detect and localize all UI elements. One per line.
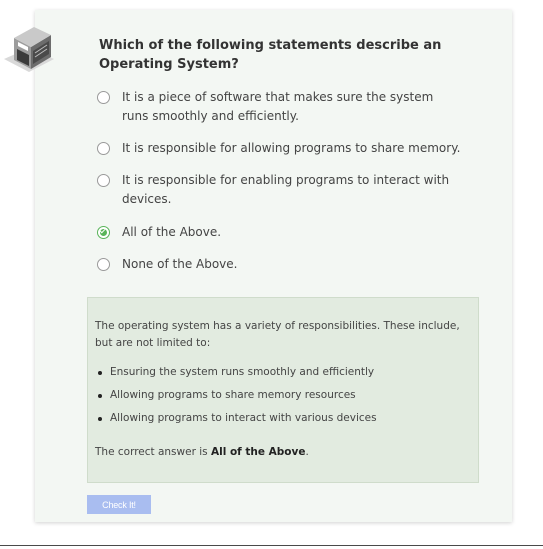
correct-answer-value: All of the Above [210,446,306,458]
server-building-icon [4,27,54,72]
question-text: Which of the following statements descri… [99,38,442,72]
option-label: It is responsible for allowing programs … [122,141,461,155]
radio-button[interactable] [97,91,110,104]
option-label: None of the Above. [122,257,238,271]
option-share-memory[interactable]: It is responsible for allowing programs … [97,139,477,158]
answer-suffix: . [305,446,309,458]
checkmark-icon [99,227,106,234]
list-item: Ensuring the system runs smoothly and ef… [95,361,470,384]
feedback-intro: The operating system has a variety of re… [95,320,460,349]
radio-button[interactable] [97,174,110,187]
option-label: It is a piece of software that makes sur… [122,90,434,123]
radio-button-selected[interactable] [97,226,110,239]
answer-prefix: The correct answer is [95,446,211,458]
list-item: Allowing programs to share memory resour… [95,384,470,407]
option-none-of-the-above[interactable]: None of the Above. [97,255,477,274]
radio-button[interactable] [97,142,110,155]
option-interact-devices[interactable]: It is responsible for enabling programs … [97,171,477,209]
feedback-panel: The operating system has a variety of re… [87,297,479,483]
list-item: Allowing programs to interact with vario… [95,407,470,430]
option-label: It is responsible for enabling programs … [122,173,450,206]
divider [0,545,543,546]
option-software-runs-smoothly[interactable]: It is a piece of software that makes sur… [97,88,477,126]
correct-answer-text: The correct answer is All of the Above. [95,444,470,461]
option-label: All of the Above. [122,225,222,239]
option-all-of-the-above[interactable]: All of the Above. [97,223,477,242]
feedback-list: Ensuring the system runs smoothly and ef… [95,361,470,430]
radio-button[interactable] [97,258,110,271]
check-it-button[interactable]: Check It! [87,495,151,514]
